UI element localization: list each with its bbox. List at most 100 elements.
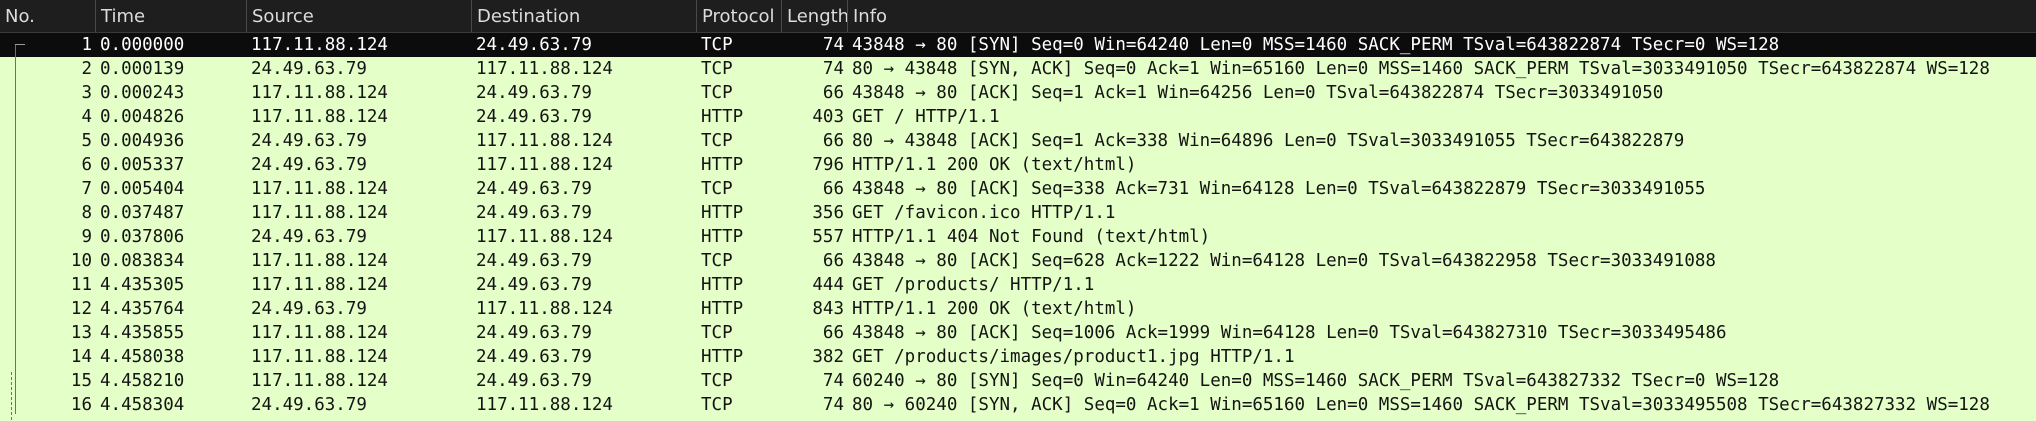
packet-length: 66: [822, 131, 844, 151]
packet-info: HTTP/1.1 200 OK (text/html): [852, 299, 1137, 319]
packet-length: 66: [822, 179, 844, 199]
packet-info: 43848 → 80 [ACK] Seq=338 Ack=731 Win=641…: [852, 179, 1706, 199]
packet-number: 10: [70, 251, 92, 271]
packet-number: 2: [81, 59, 92, 79]
packet-number: 13: [70, 323, 92, 343]
packet-row[interactable]: 14 4.458038 117.11.88.124 24.49.63.79 HTTP 38…: [0, 345, 2036, 369]
packet-protocol: HTTP: [701, 275, 744, 295]
packet-number: 5: [81, 131, 92, 151]
column-header-destination[interactable]: Destination: [472, 0, 697, 32]
packet-time: 0.000139: [100, 59, 185, 79]
packet-info: 80 → 60240 [SYN, ACK] Seq=0 Ack=1 Win=65…: [852, 395, 1990, 415]
packet-destination: 117.11.88.124: [476, 59, 613, 79]
packet-time: 0.005337: [100, 155, 185, 175]
packet-source: 24.49.63.79: [251, 155, 367, 175]
packet-time: 0.037487: [100, 203, 185, 223]
packet-length: 444: [812, 275, 844, 295]
packet-destination: 24.49.63.79: [476, 83, 592, 103]
packet-row[interactable]: 16 4.458304 24.49.63.79 117.11.88.124 TCP 74 8…: [0, 393, 2036, 417]
packet-list-header: No. Time Source Destination Protocol Len…: [0, 0, 2036, 33]
column-header-length[interactable]: Length: [782, 0, 848, 32]
packet-row[interactable]: 10 0.083834 117.11.88.124 24.49.63.79 TCP 66 4…: [0, 249, 2036, 273]
packet-protocol: TCP: [701, 59, 733, 79]
packet-protocol: TCP: [701, 371, 733, 391]
packet-destination: 24.49.63.79: [476, 347, 592, 367]
packet-length: 843: [812, 299, 844, 319]
packet-number: 12: [70, 299, 92, 319]
packet-number: 1: [81, 35, 92, 55]
packet-number: 3: [81, 83, 92, 103]
packet-time: 0.004936: [100, 131, 185, 151]
column-header-info[interactable]: Info: [848, 0, 2036, 32]
packet-destination: 24.49.63.79: [476, 371, 592, 391]
packet-protocol: HTTP: [701, 203, 744, 223]
packet-info: 43848 → 80 [ACK] Seq=628 Ack=1222 Win=64…: [852, 251, 1716, 271]
packet-protocol: TCP: [701, 395, 733, 415]
packet-source: 24.49.63.79: [251, 227, 367, 247]
packet-destination: 24.49.63.79: [476, 179, 592, 199]
packet-list: 1 0.000000 117.11.88.124 24.49.63.79 TCP 74 43…: [0, 33, 2036, 417]
packet-length: 356: [812, 203, 844, 223]
packet-info: HTTP/1.1 404 Not Found (text/html): [852, 227, 1211, 247]
packet-row[interactable]: 5 0.004936 24.49.63.79 117.11.88.124 TCP 66 80…: [0, 129, 2036, 153]
packet-info: GET /favicon.ico HTTP/1.1: [852, 203, 1116, 223]
related-packet-indicator: [11, 372, 12, 420]
packet-number: 6: [81, 155, 92, 175]
packet-length: 66: [822, 83, 844, 103]
packet-protocol: TCP: [701, 179, 733, 199]
column-header-time[interactable]: Time: [96, 0, 247, 32]
packet-row[interactable]: 4 0.004826 117.11.88.124 24.49.63.79 HTTP 403…: [0, 105, 2036, 129]
packet-protocol: TCP: [701, 35, 733, 55]
packet-number: 11: [70, 275, 92, 295]
packet-protocol: TCP: [701, 323, 733, 343]
packet-row[interactable]: 1 0.000000 117.11.88.124 24.49.63.79 TCP 74 43…: [0, 33, 2036, 57]
packet-row[interactable]: 11 4.435305 117.11.88.124 24.49.63.79 HTTP 44…: [0, 273, 2036, 297]
conversation-bracket: [15, 44, 16, 414]
packet-protocol: HTTP: [701, 155, 744, 175]
packet-row[interactable]: 15 4.458210 117.11.88.124 24.49.63.79 TCP 74 6…: [0, 369, 2036, 393]
packet-protocol: HTTP: [701, 299, 744, 319]
packet-row[interactable]: 8 0.037487 117.11.88.124 24.49.63.79 HTTP 356…: [0, 201, 2036, 225]
packet-destination: 117.11.88.124: [476, 395, 613, 415]
packet-row[interactable]: 7 0.005404 117.11.88.124 24.49.63.79 TCP 66 43…: [0, 177, 2036, 201]
packet-protocol: HTTP: [701, 107, 744, 127]
packet-destination: 117.11.88.124: [476, 131, 613, 151]
packet-row[interactable]: 12 4.435764 24.49.63.79 117.11.88.124 HTTP 84…: [0, 297, 2036, 321]
packet-time: 0.037806: [100, 227, 185, 247]
packet-source: 24.49.63.79: [251, 299, 367, 319]
packet-protocol: TCP: [701, 251, 733, 271]
packet-time: 0.083834: [100, 251, 185, 271]
packet-source: 117.11.88.124: [251, 203, 388, 223]
packet-row[interactable]: 13 4.435855 117.11.88.124 24.49.63.79 TCP 66 4…: [0, 321, 2036, 345]
packet-length: 74: [822, 35, 844, 55]
packet-time: 4.435305: [100, 275, 185, 295]
packet-length: 66: [822, 323, 844, 343]
packet-source: 117.11.88.124: [251, 83, 388, 103]
packet-time: 0.004826: [100, 107, 185, 127]
packet-number: 8: [81, 203, 92, 223]
packet-time: 4.435855: [100, 323, 185, 343]
packet-info: 80 → 43848 [ACK] Seq=1 Ack=338 Win=64896…: [852, 131, 1685, 151]
packet-time: 0.000000: [100, 35, 185, 55]
packet-source: 117.11.88.124: [251, 371, 388, 391]
packet-source: 117.11.88.124: [251, 35, 388, 55]
packet-source: 24.49.63.79: [251, 131, 367, 151]
column-header-source[interactable]: Source: [247, 0, 472, 32]
packet-destination: 24.49.63.79: [476, 323, 592, 343]
packet-row[interactable]: 2 0.000139 24.49.63.79 117.11.88.124 TCP 74 80…: [0, 57, 2036, 81]
packet-info: 43848 → 80 [ACK] Seq=1006 Ack=1999 Win=6…: [852, 323, 1727, 343]
packet-number: 16: [70, 395, 92, 415]
packet-row[interactable]: 6 0.005337 24.49.63.79 117.11.88.124 HTTP 796…: [0, 153, 2036, 177]
column-header-protocol[interactable]: Protocol: [697, 0, 782, 32]
packet-source: 117.11.88.124: [251, 275, 388, 295]
packet-length: 403: [812, 107, 844, 127]
packet-source: 117.11.88.124: [251, 347, 388, 367]
packet-destination: 24.49.63.79: [476, 275, 592, 295]
packet-length: 66: [822, 251, 844, 271]
packet-protocol: TCP: [701, 83, 733, 103]
packet-info: GET /products/images/product1.jpg HTTP/1…: [852, 347, 1295, 367]
packet-number: 15: [70, 371, 92, 391]
packet-row[interactable]: 3 0.000243 117.11.88.124 24.49.63.79 TCP 66 43…: [0, 81, 2036, 105]
packet-row[interactable]: 9 0.037806 24.49.63.79 117.11.88.124 HTTP 557…: [0, 225, 2036, 249]
column-header-no[interactable]: No.: [0, 0, 96, 32]
